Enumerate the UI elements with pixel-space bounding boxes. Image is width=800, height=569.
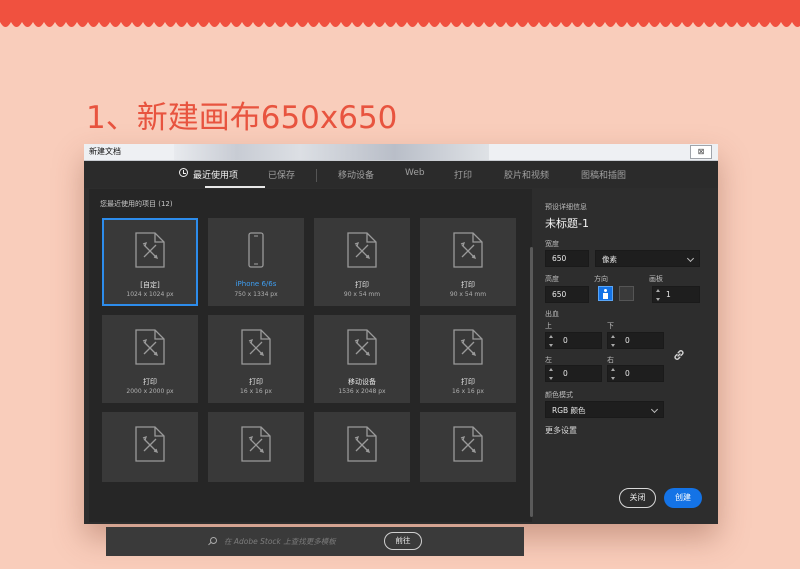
document-icon (241, 329, 271, 365)
recent-item-dimensions: 90 x 54 mm (343, 291, 381, 298)
window-close-icon[interactable]: ⊠ (690, 145, 712, 159)
stepper-icon[interactable] (549, 335, 554, 347)
document-icon (135, 329, 165, 365)
recent-items-panel: 您最近使用的项目 (12) [自定] 1024 x 1024 px iPhone 6… (89, 189, 533, 556)
tab-saved[interactable]: 已保存 (268, 168, 295, 181)
recent-item-dimensions: 16 x 16 px (240, 388, 272, 395)
document-icon (135, 426, 165, 462)
recent-item-name: iPhone 6/6s (235, 280, 277, 288)
bleed-top-label: 上 (545, 322, 552, 330)
width-label: 宽度 (545, 240, 559, 248)
recent-item-dimensions: 16 x 16 px (452, 388, 484, 395)
portrait-orientation-button[interactable] (598, 286, 613, 301)
document-icon (453, 426, 483, 462)
stepper-icon[interactable] (611, 368, 616, 380)
scallop-border (0, 20, 800, 27)
document-name[interactable]: 未标题-1 (545, 215, 589, 231)
preset-details-title: 预设详细信息 (545, 203, 587, 211)
recent-item-name: 打印 (461, 378, 475, 386)
tab-print[interactable]: 打印 (454, 168, 472, 181)
dialog-title: 新建文档 (89, 147, 121, 156)
recent-item-name: [自定] (140, 281, 160, 289)
document-icon (347, 426, 377, 462)
recent-item-card[interactable]: 打印 2000 x 2000 px (102, 315, 198, 403)
tab-mobile[interactable]: 移动设备 (338, 168, 374, 181)
recent-item-name: 移动设备 (348, 378, 376, 386)
recent-item-dimensions: 90 x 54 mm (449, 291, 487, 298)
close-button[interactable]: 关闭 (619, 488, 656, 508)
dialog-titlebar: 新建文档 ⊠ (84, 144, 718, 161)
more-settings-link[interactable]: 更多设置 (545, 425, 577, 436)
document-icon (453, 232, 483, 268)
document-icon (135, 232, 165, 268)
recent-item-card[interactable]: 打印 16 x 16 px (420, 315, 516, 403)
recent-item-card[interactable] (208, 412, 304, 482)
link-icon[interactable] (672, 348, 686, 362)
bleed-bottom-label: 下 (607, 322, 614, 330)
create-button[interactable]: 创建 (664, 488, 702, 508)
tab-art-illustration[interactable]: 图稿和插图 (581, 168, 626, 181)
bleed-right-label: 右 (607, 356, 614, 364)
recent-item-card[interactable]: iPhone 6/6s 750 x 1334 px (208, 218, 304, 306)
recent-items-title: 您最近使用的项目 (12) (100, 200, 173, 208)
document-icon (347, 329, 377, 365)
recent-item-card[interactable] (314, 412, 410, 482)
artboard-field[interactable]: 1 (652, 286, 700, 303)
artboard-label: 画板 (649, 275, 663, 283)
width-field[interactable]: 650 (545, 250, 589, 267)
recent-item-name: 打印 (143, 378, 157, 386)
recent-item-card[interactable] (420, 412, 516, 482)
preset-details-panel: 预设详细信息 未标题-1 宽度 650 像素 高度 方向 画板 650 1 出血… (533, 189, 718, 524)
stepper-icon[interactable] (611, 335, 616, 347)
tab-recent[interactable]: 最近使用项 (193, 168, 238, 181)
bleed-left-label: 左 (545, 356, 552, 364)
bleed-bottom-field[interactable]: 0 (607, 332, 664, 349)
go-button[interactable]: 前往 (384, 532, 422, 550)
chevron-down-icon (650, 405, 659, 414)
recent-item-card[interactable]: 移动设备 1536 x 2048 px (314, 315, 410, 403)
height-field[interactable]: 650 (545, 286, 589, 303)
search-icon (210, 537, 217, 544)
recent-item-card[interactable]: 打印 16 x 16 px (208, 315, 304, 403)
document-icon (347, 232, 377, 268)
recent-item-dimensions: 2000 x 2000 px (126, 388, 174, 395)
bleed-label: 出血 (545, 310, 559, 318)
chevron-down-icon (686, 254, 695, 263)
stock-search-bar[interactable]: 在 Adobe Stock 上查找更多模板 前往 (106, 527, 524, 556)
recent-item-card[interactable] (102, 412, 198, 482)
category-tabs: 最近使用项 已保存 移动设备 Web 打印 胶片和视频 图稿和插图 (84, 161, 718, 188)
recent-item-dimensions: 750 x 1334 px (234, 291, 278, 298)
page-heading: 1、新建画布650x650 (86, 100, 398, 136)
stock-search-input[interactable]: 在 Adobe Stock 上查找更多模板 (224, 536, 336, 547)
orientation-label: 方向 (594, 275, 608, 283)
unit-select[interactable]: 像素 (595, 250, 700, 267)
document-icon (241, 426, 271, 462)
recent-item-name: 打印 (249, 378, 263, 386)
phone-icon (241, 232, 271, 268)
stepper-icon[interactable] (656, 289, 661, 301)
tab-film-video[interactable]: 胶片和视频 (504, 168, 549, 181)
bleed-top-field[interactable]: 0 (545, 332, 602, 349)
recent-item-card[interactable]: 打印 90 x 54 mm (314, 218, 410, 306)
tab-web[interactable]: Web (405, 168, 425, 178)
recent-item-card[interactable]: [自定] 1024 x 1024 px (102, 218, 198, 306)
new-document-dialog: 新建文档 ⊠ 最近使用项 已保存 移动设备 Web 打印 胶片和视频 图稿和插图… (84, 144, 718, 556)
recent-item-name: 打印 (355, 281, 369, 289)
bleed-left-field[interactable]: 0 (545, 365, 602, 382)
recent-item-name: 打印 (461, 281, 475, 289)
landscape-orientation-button[interactable] (619, 286, 634, 301)
active-tab-indicator (205, 186, 265, 188)
recent-item-dimensions: 1024 x 1024 px (126, 291, 174, 298)
height-label: 高度 (545, 275, 559, 283)
color-mode-select[interactable]: RGB 颜色 (545, 401, 664, 418)
clock-icon (179, 168, 188, 177)
color-mode-label: 颜色模式 (545, 391, 573, 399)
recent-item-dimensions: 1536 x 2048 px (338, 388, 386, 395)
document-icon (453, 329, 483, 365)
stepper-icon[interactable] (549, 368, 554, 380)
portrait-icon (603, 289, 608, 299)
bleed-right-field[interactable]: 0 (607, 365, 664, 382)
top-accent-bar (0, 0, 800, 22)
recent-item-card[interactable]: 打印 90 x 54 mm (420, 218, 516, 306)
